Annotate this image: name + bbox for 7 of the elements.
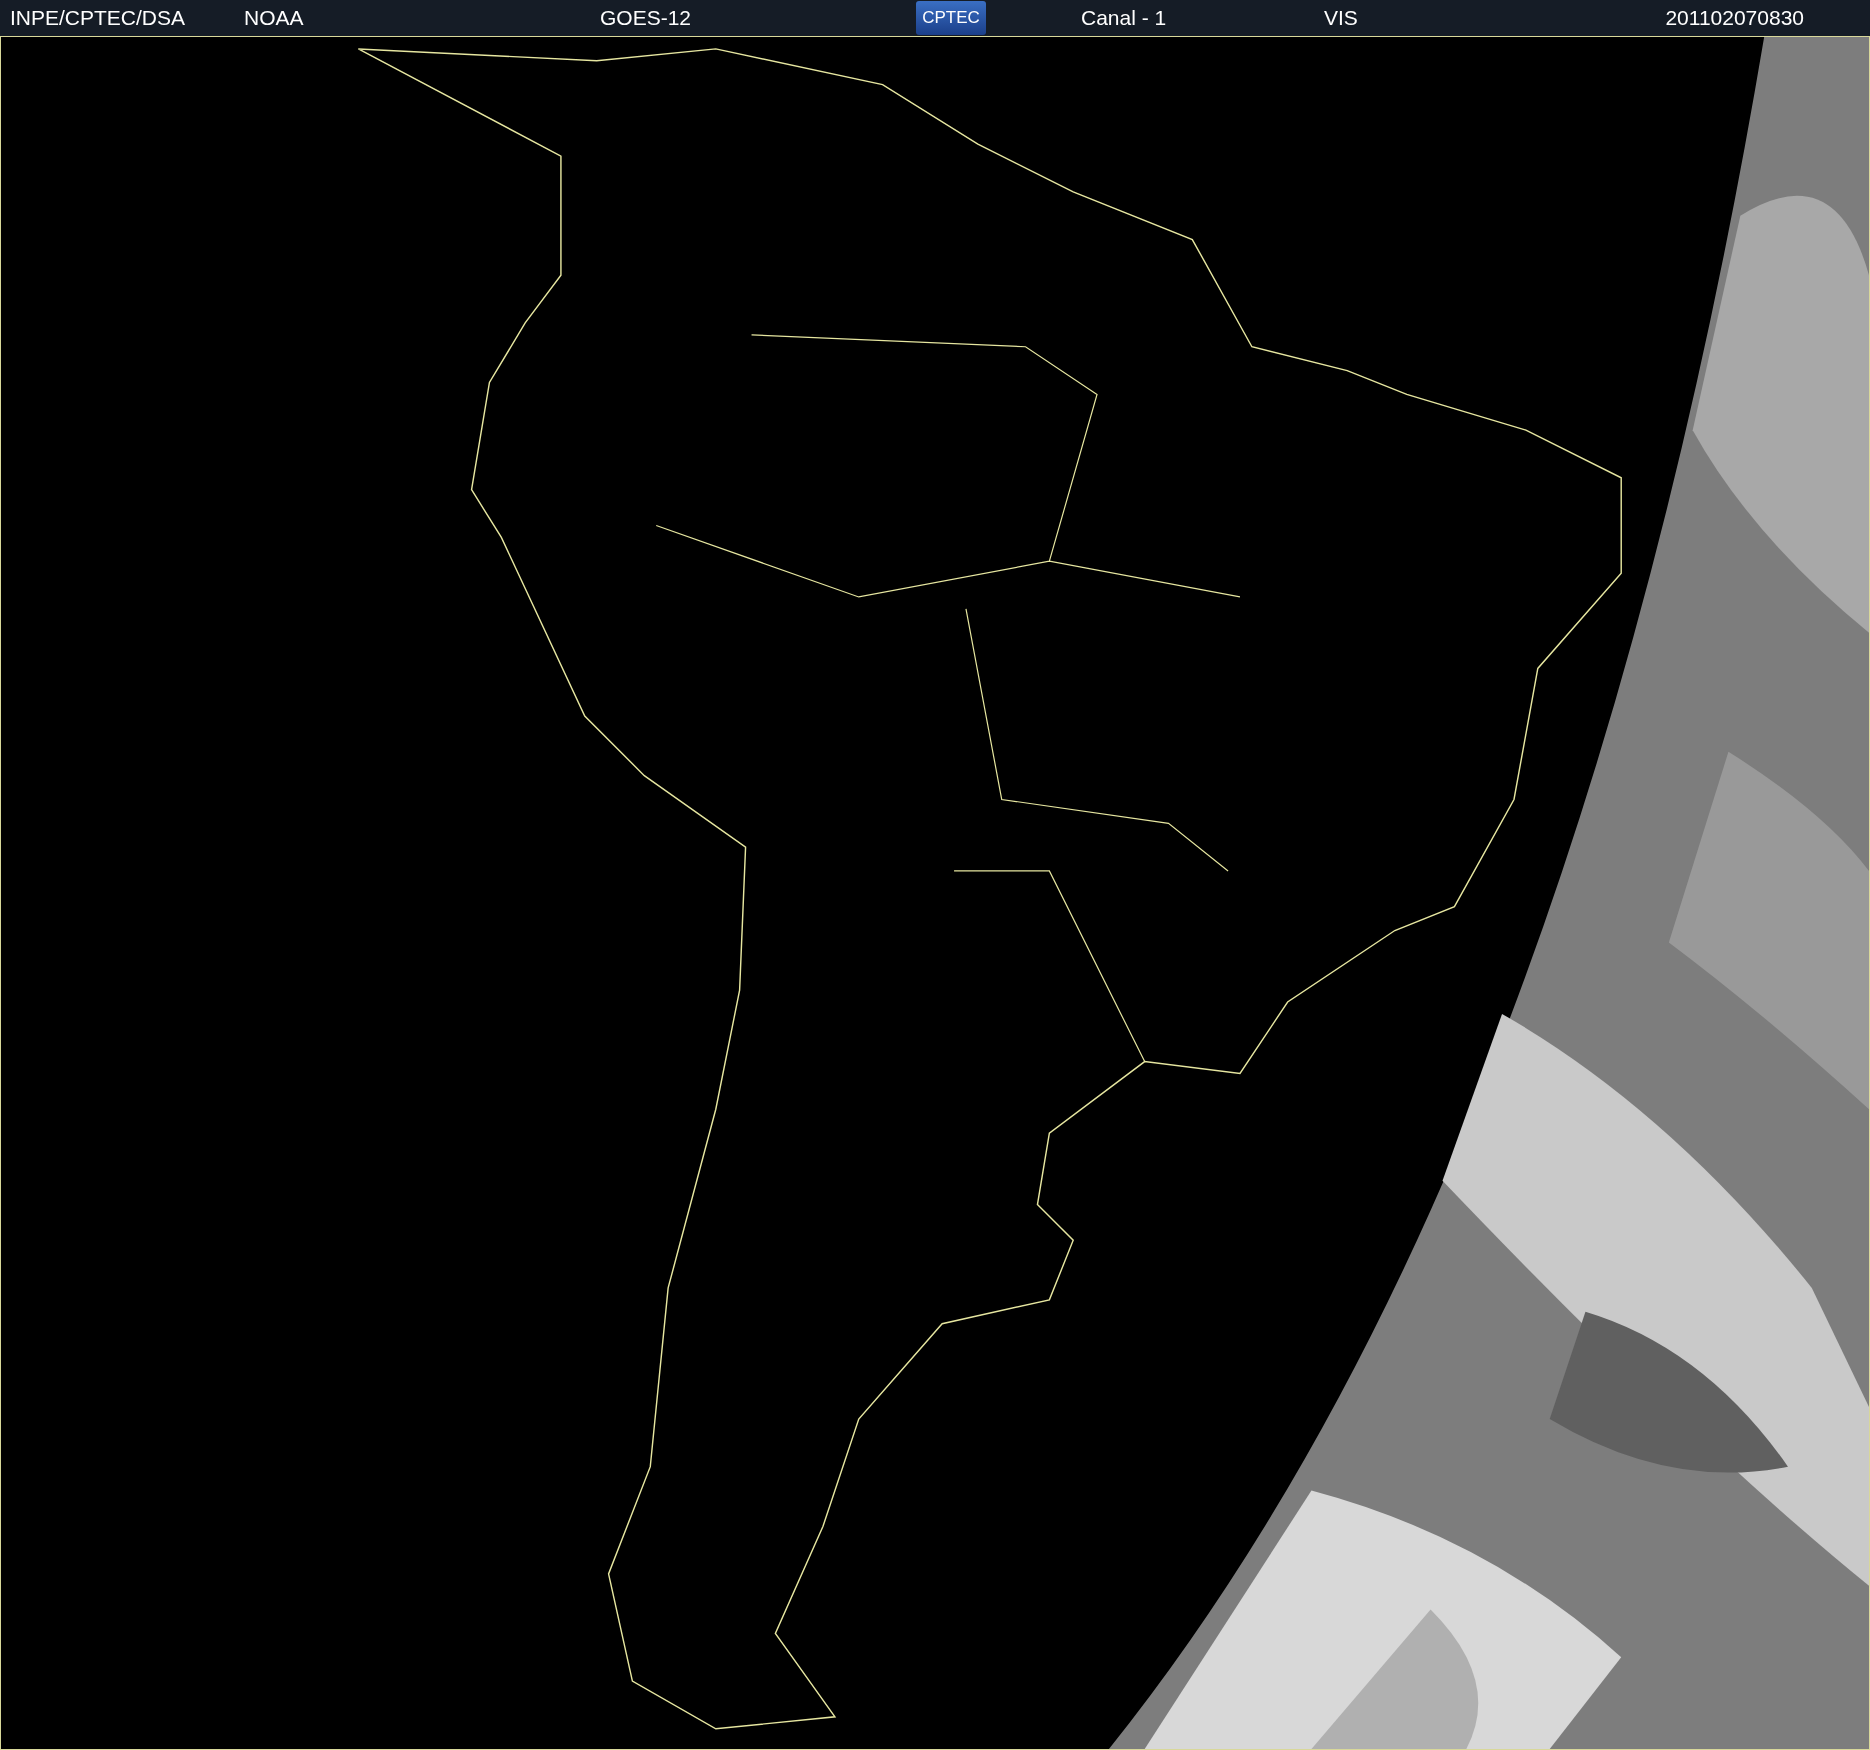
source-label: NOAA (244, 6, 305, 30)
satellite-label: GOES-12 (600, 6, 693, 30)
channel-label: Canal - 1 (1081, 6, 1168, 30)
timestamp-label: 201102070830 (1664, 6, 1804, 30)
agency-label: INPE/CPTEC/DSA (10, 6, 187, 30)
band-label: VIS (1324, 6, 1359, 30)
logo: CPTEC (916, 1, 986, 35)
